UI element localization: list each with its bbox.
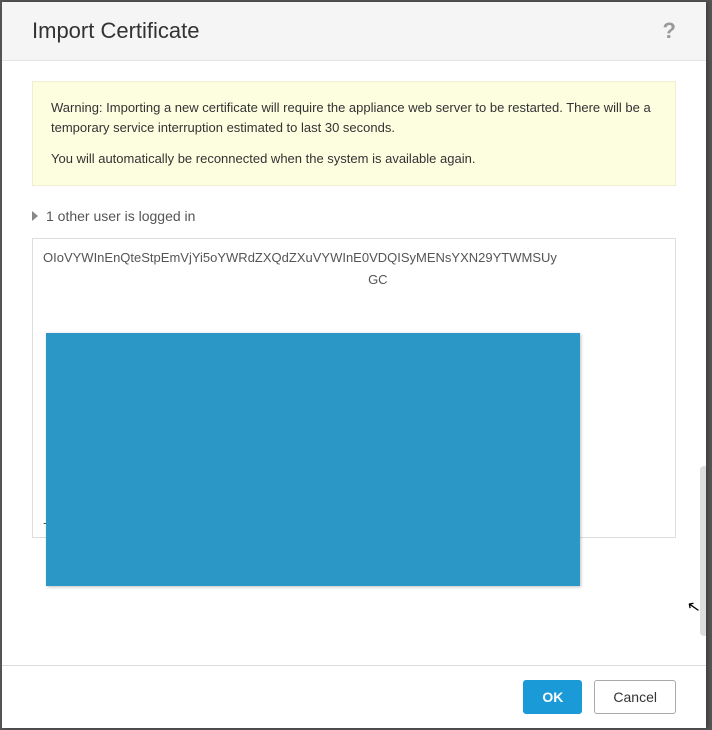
- dialog-footer: OK Cancel: [2, 665, 706, 728]
- warning-text-1: Warning: Importing a new certificate wil…: [51, 98, 657, 137]
- warning-message: Warning: Importing a new certificate wil…: [32, 81, 676, 186]
- ok-button[interactable]: OK: [523, 680, 582, 714]
- warning-text-2: You will automatically be reconnected wh…: [51, 149, 657, 169]
- import-certificate-dialog: Import Certificate ? Warning: Importing …: [2, 2, 706, 728]
- redaction-overlay: [46, 333, 580, 586]
- dialog-title: Import Certificate: [32, 18, 200, 44]
- scrollbar[interactable]: [700, 466, 706, 636]
- chevron-right-icon: [32, 211, 38, 221]
- other-users-disclosure[interactable]: 1 other user is logged in: [32, 208, 676, 224]
- dialog-body: Warning: Importing a new certificate wil…: [2, 61, 706, 665]
- dialog-header: Import Certificate ?: [2, 2, 706, 61]
- cancel-button[interactable]: Cancel: [594, 680, 676, 714]
- other-users-label: 1 other user is logged in: [46, 208, 195, 224]
- help-icon[interactable]: ?: [663, 18, 676, 44]
